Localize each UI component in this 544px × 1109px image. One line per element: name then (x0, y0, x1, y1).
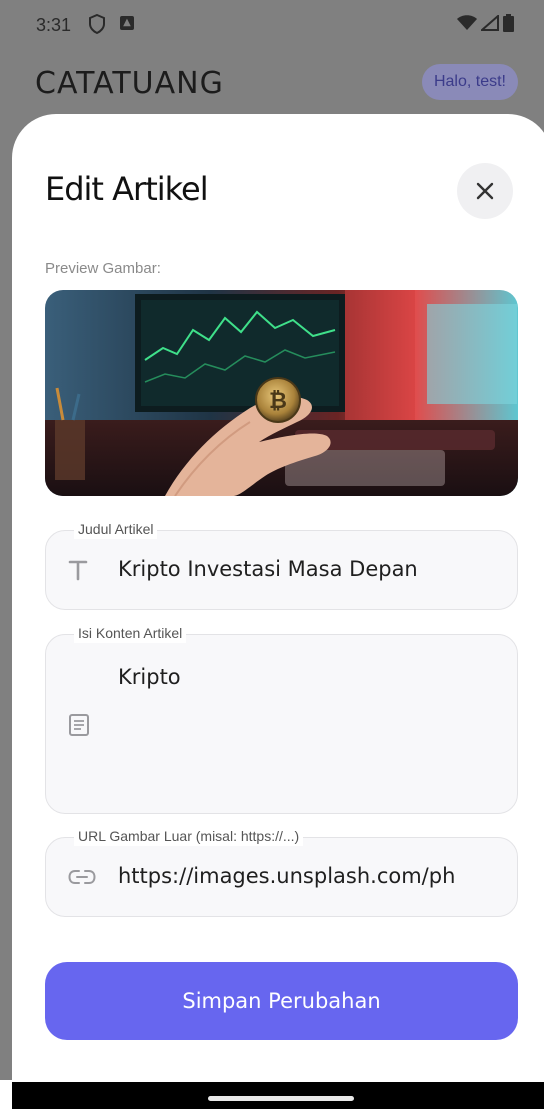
content-field[interactable]: Isi Konten Artikel Kripto (45, 623, 518, 814)
status-right-icons (457, 14, 514, 32)
close-button[interactable] (457, 163, 513, 219)
content-input[interactable]: Kripto (118, 665, 498, 689)
bitcoin-photo: ₿ (45, 290, 518, 496)
wifi-icon (457, 15, 477, 30)
home-indicator[interactable] (208, 1096, 354, 1101)
status-bar: 3:31 ▲ (0, 0, 544, 52)
save-changes-button[interactable]: Simpan Perubahan (45, 962, 518, 1040)
sheet-title: Edit Artikel (45, 170, 209, 208)
signal-icon (481, 15, 499, 31)
app-title: CATATUANG (35, 66, 224, 101)
close-icon (476, 182, 494, 200)
title-input[interactable]: Kripto Investasi Masa Depan (118, 557, 498, 581)
battery-icon (503, 14, 514, 32)
preview-image: ₿ (45, 290, 518, 496)
text-title-icon (68, 560, 88, 581)
url-field-label: URL Gambar Luar (misal: https://...) (74, 826, 304, 846)
greeting-chip[interactable]: Halo, test! (421, 64, 518, 100)
edit-article-sheet: Edit Artikel Preview Gambar: ₿ Judul Art… (12, 114, 544, 1080)
article-icon (69, 714, 89, 736)
content-field-label: Isi Konten Artikel (74, 623, 187, 643)
url-input[interactable]: https://images.unsplash.com/ph (118, 864, 492, 888)
svg-text:₿: ₿ (269, 389, 287, 414)
link-icon (68, 870, 96, 884)
title-field[interactable]: Judul Artikel Kripto Investasi Masa Depa… (45, 519, 518, 610)
shield-icon (89, 14, 105, 34)
app-header: CATATUANG Halo, test! (0, 52, 544, 118)
title-field-label: Judul Artikel (74, 519, 158, 539)
navigation-bar (12, 1082, 544, 1109)
preview-label: Preview Gambar: (45, 260, 161, 277)
url-field[interactable]: URL Gambar Luar (misal: https://...) htt… (45, 826, 518, 917)
status-time: 3:31 (36, 15, 72, 35)
notification-app-icon: ▲ (120, 16, 134, 30)
